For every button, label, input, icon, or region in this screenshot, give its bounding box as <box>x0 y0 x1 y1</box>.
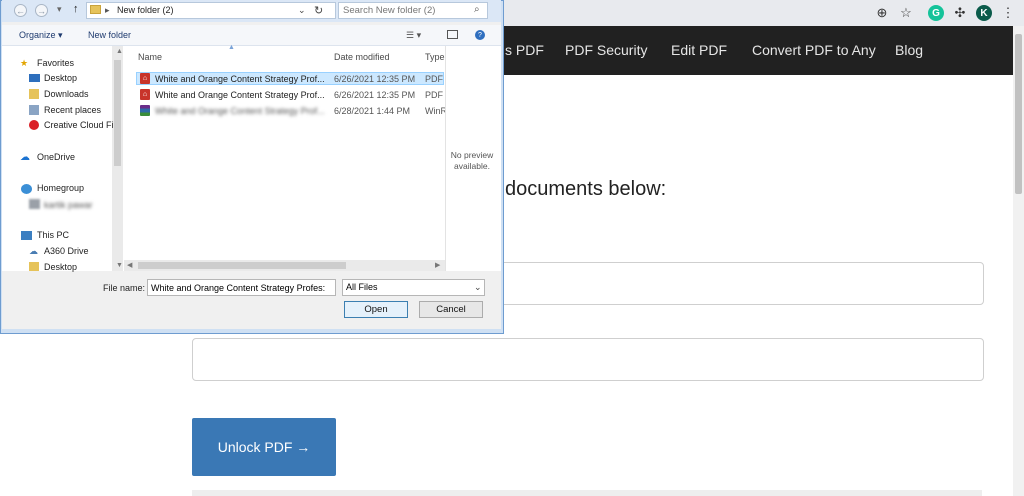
puzzle-icon[interactable]: ✣ <box>952 5 968 21</box>
desktop-folder-icon <box>29 262 39 271</box>
file-name: White and Orange Content Strategy Prof..… <box>155 74 325 84</box>
view-options-icon[interactable]: ☰ ▾ <box>406 30 421 41</box>
folder-icon <box>90 5 101 14</box>
nav-item-pdf-security[interactable]: PDF Security <box>565 42 647 58</box>
pdf-file-icon: ⌂ <box>140 73 150 84</box>
sort-indicator-icon: ▲ <box>228 44 235 51</box>
nav-item-this-pc-desktop[interactable]: Desktop <box>44 262 77 272</box>
desktop-icon <box>29 74 40 82</box>
nav-scroll-down-icon[interactable]: ▼ <box>116 262 123 269</box>
downloads-icon <box>29 89 39 99</box>
nav-item-a360-drive[interactable]: A360 Drive <box>44 246 89 256</box>
creative-cloud-icon <box>29 120 39 130</box>
dialog-toolbar <box>2 25 501 46</box>
file-name-input[interactable] <box>147 279 336 296</box>
help-icon[interactable]: ? <box>475 30 485 40</box>
nav-item-blog[interactable]: Blog <box>895 42 923 58</box>
no-preview-text: No preview available. <box>450 150 494 171</box>
nav-item-favorites[interactable]: Favorites <box>37 58 74 68</box>
breadcrumb-folder[interactable]: New folder (2) <box>117 5 174 15</box>
forward-icon[interactable]: → <box>35 4 48 17</box>
nav-item-downloads[interactable]: Downloads <box>44 89 89 99</box>
user-avatar-icon <box>29 199 40 209</box>
file-date: 6/28/2021 1:44 PM <box>334 106 411 116</box>
password-input-field[interactable] <box>192 338 984 381</box>
address-dropdown-icon[interactable]: ⌄ <box>298 5 306 16</box>
page-headline: documents below: <box>505 178 667 200</box>
file-name: White and Orange Content Strategy Prof..… <box>155 90 325 100</box>
file-type: WinR <box>425 106 447 116</box>
recent-places-icon <box>29 105 39 115</box>
nav-item-remove-pdf[interactable]: s PDF <box>505 42 544 58</box>
nav-item-homegroup-user[interactable]: kartik pawar <box>44 200 93 210</box>
hscroll-left-icon[interactable]: ◀ <box>127 261 132 269</box>
nav-item-edit-pdf[interactable]: Edit PDF <box>671 42 727 58</box>
nav-pane-scroll-thumb[interactable] <box>114 60 121 166</box>
hscroll-right-icon[interactable]: ▶ <box>435 261 440 269</box>
star-favorites-icon: ★ <box>20 58 29 68</box>
file-date: 6/26/2021 12:35 PM <box>334 74 416 84</box>
nav-item-desktop[interactable]: Desktop <box>44 73 77 83</box>
column-header-type[interactable]: Type <box>425 52 445 62</box>
nav-scroll-up-icon[interactable]: ▲ <box>116 48 123 55</box>
nav-item-this-pc[interactable]: This PC <box>37 230 69 240</box>
preview-pane-icon[interactable] <box>447 30 458 39</box>
nav-item-convert-pdf[interactable]: Convert PDF to Any <box>752 42 876 58</box>
file-type-dropdown-icon[interactable]: ⌄ <box>474 282 482 293</box>
search-icon: ⌕ <box>474 4 480 15</box>
avatar[interactable]: K <box>976 5 992 21</box>
new-folder-button[interactable]: New folder <box>88 30 131 40</box>
nav-item-creative-cloud[interactable]: Creative Cloud Fi <box>44 120 114 130</box>
refresh-icon[interactable]: ↻ <box>314 4 323 17</box>
search-input[interactable]: Search New folder (2) <box>338 2 488 19</box>
nav-item-homegroup[interactable]: Homegroup <box>37 183 84 193</box>
breadcrumb-chevron-icon: ▸ <box>105 5 110 15</box>
cancel-button[interactable]: Cancel <box>419 301 483 318</box>
star-icon[interactable]: ☆ <box>898 5 914 21</box>
recent-dropdown-icon[interactable]: ▾ <box>57 4 62 15</box>
zoom-icon[interactable]: ⊕ <box>874 5 890 21</box>
unlock-pdf-button[interactable]: Unlock PDF → <box>192 418 336 476</box>
file-type-select[interactable]: All Files <box>342 279 485 296</box>
column-header-name[interactable]: Name <box>138 52 162 62</box>
organize-button[interactable]: Organize ▾ <box>19 30 63 41</box>
file-list-hscroll-thumb[interactable] <box>138 262 346 269</box>
footer-strip <box>192 490 982 496</box>
grammarly-icon[interactable]: G <box>928 5 944 21</box>
winrar-archive-icon <box>140 105 150 116</box>
homegroup-icon <box>21 184 32 194</box>
open-button[interactable]: Open <box>344 301 408 318</box>
page-scrollbar-thumb[interactable] <box>1015 34 1022 194</box>
nav-item-recent-places[interactable]: Recent places <box>44 105 101 115</box>
file-name-label: File name: <box>103 283 146 293</box>
back-icon[interactable]: ← <box>14 4 27 17</box>
up-arrow-icon[interactable]: ↑ <box>73 3 79 15</box>
file-name: White and Orange Content Strategy Prof..… <box>155 106 325 116</box>
this-pc-icon <box>21 231 32 240</box>
column-header-date[interactable]: Date modified <box>334 52 390 62</box>
kebab-menu-icon[interactable]: ⋮ <box>1000 5 1016 21</box>
a360-drive-icon: ☁ <box>29 246 38 256</box>
nav-item-onedrive[interactable]: OneDrive <box>37 152 75 162</box>
pdf-file-icon: ⌂ <box>140 89 150 100</box>
file-date: 6/26/2021 12:35 PM <box>334 90 416 100</box>
onedrive-icon: ☁ <box>20 152 30 163</box>
